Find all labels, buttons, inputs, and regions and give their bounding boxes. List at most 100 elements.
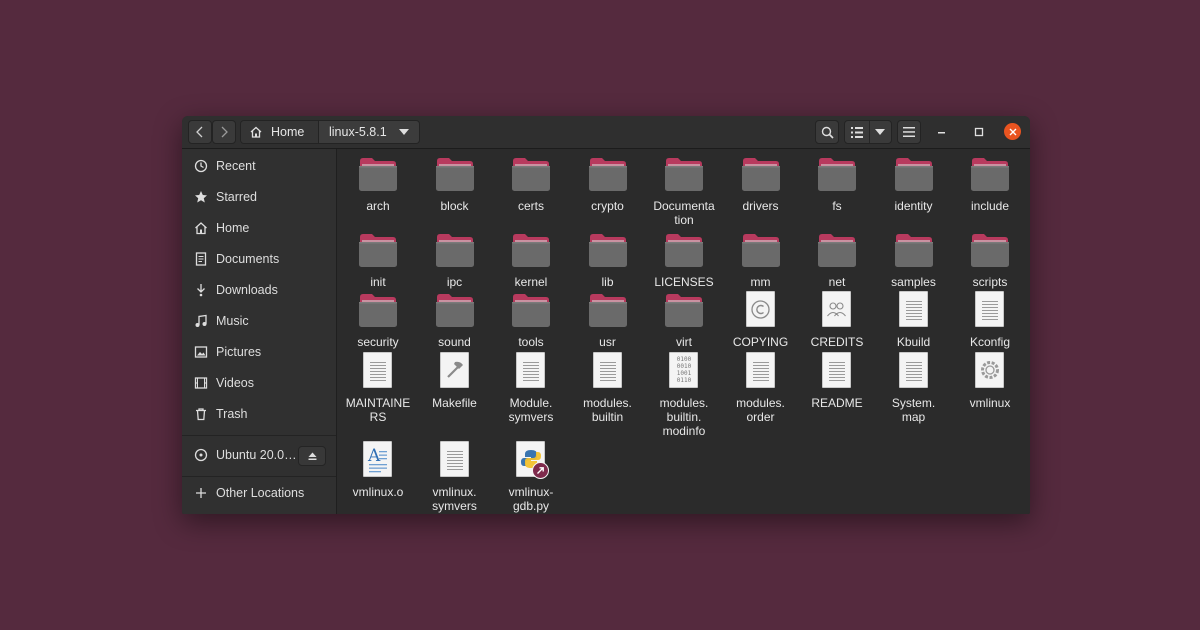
breadcrumb: Home linux-5.8.1 xyxy=(240,120,420,144)
file-name: vmlinux. symvers xyxy=(432,485,477,513)
search-icon xyxy=(821,126,834,139)
close-button[interactable] xyxy=(1004,123,1021,140)
sidebar-item-home[interactable]: Home xyxy=(182,214,336,242)
file-item[interactable]: sound xyxy=(417,291,493,349)
forward-button[interactable] xyxy=(212,120,236,144)
folder-icon xyxy=(417,231,493,271)
sidebar-item-documents[interactable]: Documents xyxy=(182,245,336,273)
file-item[interactable]: init xyxy=(340,231,416,289)
file-item[interactable]: 0100 0010 1001 0110 modules. builtin. modinf… xyxy=(646,352,722,438)
file-item[interactable]: identity xyxy=(876,155,952,213)
folder-icon xyxy=(417,155,493,195)
file-item[interactable]: mm xyxy=(723,231,799,289)
file-item[interactable]: scripts xyxy=(952,231,1028,289)
file-item[interactable]: README xyxy=(799,352,875,410)
breadcrumb-home[interactable]: Home xyxy=(241,121,319,143)
file-item[interactable]: System. map xyxy=(876,352,952,424)
folder-icon xyxy=(570,231,646,271)
minimize-button[interactable] xyxy=(934,124,950,140)
text-file-icon xyxy=(417,441,493,481)
text-file-icon xyxy=(570,352,646,392)
download-icon xyxy=(193,282,209,298)
file-item[interactable]: vmlinux- gdb.py xyxy=(493,441,569,513)
copyright-file-icon xyxy=(723,291,799,331)
file-item[interactable]: security xyxy=(340,291,416,349)
sidebar-item-starred[interactable]: Starred xyxy=(182,183,336,211)
file-name: tools xyxy=(518,335,544,349)
back-button[interactable] xyxy=(188,120,212,144)
file-item[interactable]: Kconfig xyxy=(952,291,1028,349)
file-item[interactable]: Documenta tion xyxy=(646,155,722,227)
maximize-button[interactable] xyxy=(971,124,987,140)
file-name: samples xyxy=(891,275,936,289)
file-item[interactable]: samples xyxy=(876,231,952,289)
clock-icon xyxy=(193,158,209,174)
file-item[interactable]: COPYING xyxy=(723,291,799,349)
sidebar-item-label: Downloads xyxy=(216,283,278,297)
file-item[interactable]: Avmlinux.o xyxy=(340,441,416,499)
folder-icon xyxy=(340,291,416,331)
sidebar-item-trash[interactable]: Trash xyxy=(182,400,336,428)
text-file-icon xyxy=(799,352,875,392)
file-item[interactable]: crypto xyxy=(570,155,646,213)
folder-icon xyxy=(799,155,875,195)
file-item[interactable]: kernel xyxy=(493,231,569,289)
file-item[interactable]: Kbuild xyxy=(876,291,952,349)
file-name: sound xyxy=(438,335,471,349)
sidebar-divider xyxy=(182,435,336,436)
chevron-down-icon xyxy=(875,129,885,135)
file-item[interactable]: ipc xyxy=(417,231,493,289)
file-item[interactable]: vmlinux xyxy=(952,352,1028,410)
file-name: modules. builtin. modinfo xyxy=(659,396,709,438)
file-item[interactable]: certs xyxy=(493,155,569,213)
search-button[interactable] xyxy=(815,120,839,144)
file-name: scripts xyxy=(972,275,1008,289)
view-options-button[interactable] xyxy=(844,120,892,144)
sidebar-item-videos[interactable]: Videos xyxy=(182,369,336,397)
sidebar-item-label: Pictures xyxy=(216,345,262,359)
music-icon xyxy=(193,313,209,329)
sidebar-item-downloads[interactable]: Downloads xyxy=(182,276,336,304)
file-item[interactable]: fs xyxy=(799,155,875,213)
folder-icon xyxy=(493,291,569,331)
file-item[interactable]: net xyxy=(799,231,875,289)
file-item[interactable]: drivers xyxy=(723,155,799,213)
file-name: arch xyxy=(366,199,390,213)
file-item[interactable]: include xyxy=(952,155,1028,213)
file-name: crypto xyxy=(591,199,624,213)
file-item[interactable]: block xyxy=(417,155,493,213)
file-name: Kconfig xyxy=(969,335,1011,349)
file-item[interactable]: Module. symvers xyxy=(493,352,569,424)
file-item[interactable]: MAINTAINE RS xyxy=(340,352,416,424)
eject-button[interactable] xyxy=(298,446,326,466)
plus-icon xyxy=(193,485,209,501)
file-item[interactable]: Makefile xyxy=(417,352,493,410)
sidebar-item-label: Videos xyxy=(216,376,254,390)
sidebar-item-pictures[interactable]: Pictures xyxy=(182,338,336,366)
sidebar-item-recent[interactable]: Recent xyxy=(182,152,336,180)
file-item[interactable]: modules. builtin xyxy=(570,352,646,424)
file-item[interactable]: usr xyxy=(570,291,646,349)
video-icon xyxy=(193,375,209,391)
file-name: include xyxy=(970,199,1010,213)
text-file-icon xyxy=(952,291,1028,331)
object-file-icon: A xyxy=(340,441,416,481)
sidebar-item-other-locations[interactable]: Other Locations xyxy=(182,479,336,507)
file-item[interactable]: virt xyxy=(646,291,722,349)
sidebar-item-label: Documents xyxy=(216,252,280,266)
file-item[interactable]: arch xyxy=(340,155,416,213)
sidebar-item-music[interactable]: Music xyxy=(182,307,336,335)
sidebar-item-ubuntu-disc[interactable]: Ubuntu 20.0… xyxy=(182,441,336,469)
trash-icon xyxy=(193,406,209,422)
breadcrumb-current[interactable]: linux-5.8.1 xyxy=(319,121,419,143)
file-item[interactable]: modules. order xyxy=(723,352,799,424)
file-item[interactable]: vmlinux. symvers xyxy=(417,441,493,513)
menu-button[interactable] xyxy=(897,120,921,144)
file-name: security xyxy=(357,335,399,349)
file-item[interactable]: lib xyxy=(570,231,646,289)
file-item[interactable]: LICENSES xyxy=(646,231,722,289)
file-item[interactable]: CREDITS xyxy=(799,291,875,349)
chevron-down-icon xyxy=(399,129,409,135)
file-item[interactable]: tools xyxy=(493,291,569,349)
file-name: Kbuild xyxy=(896,335,931,349)
